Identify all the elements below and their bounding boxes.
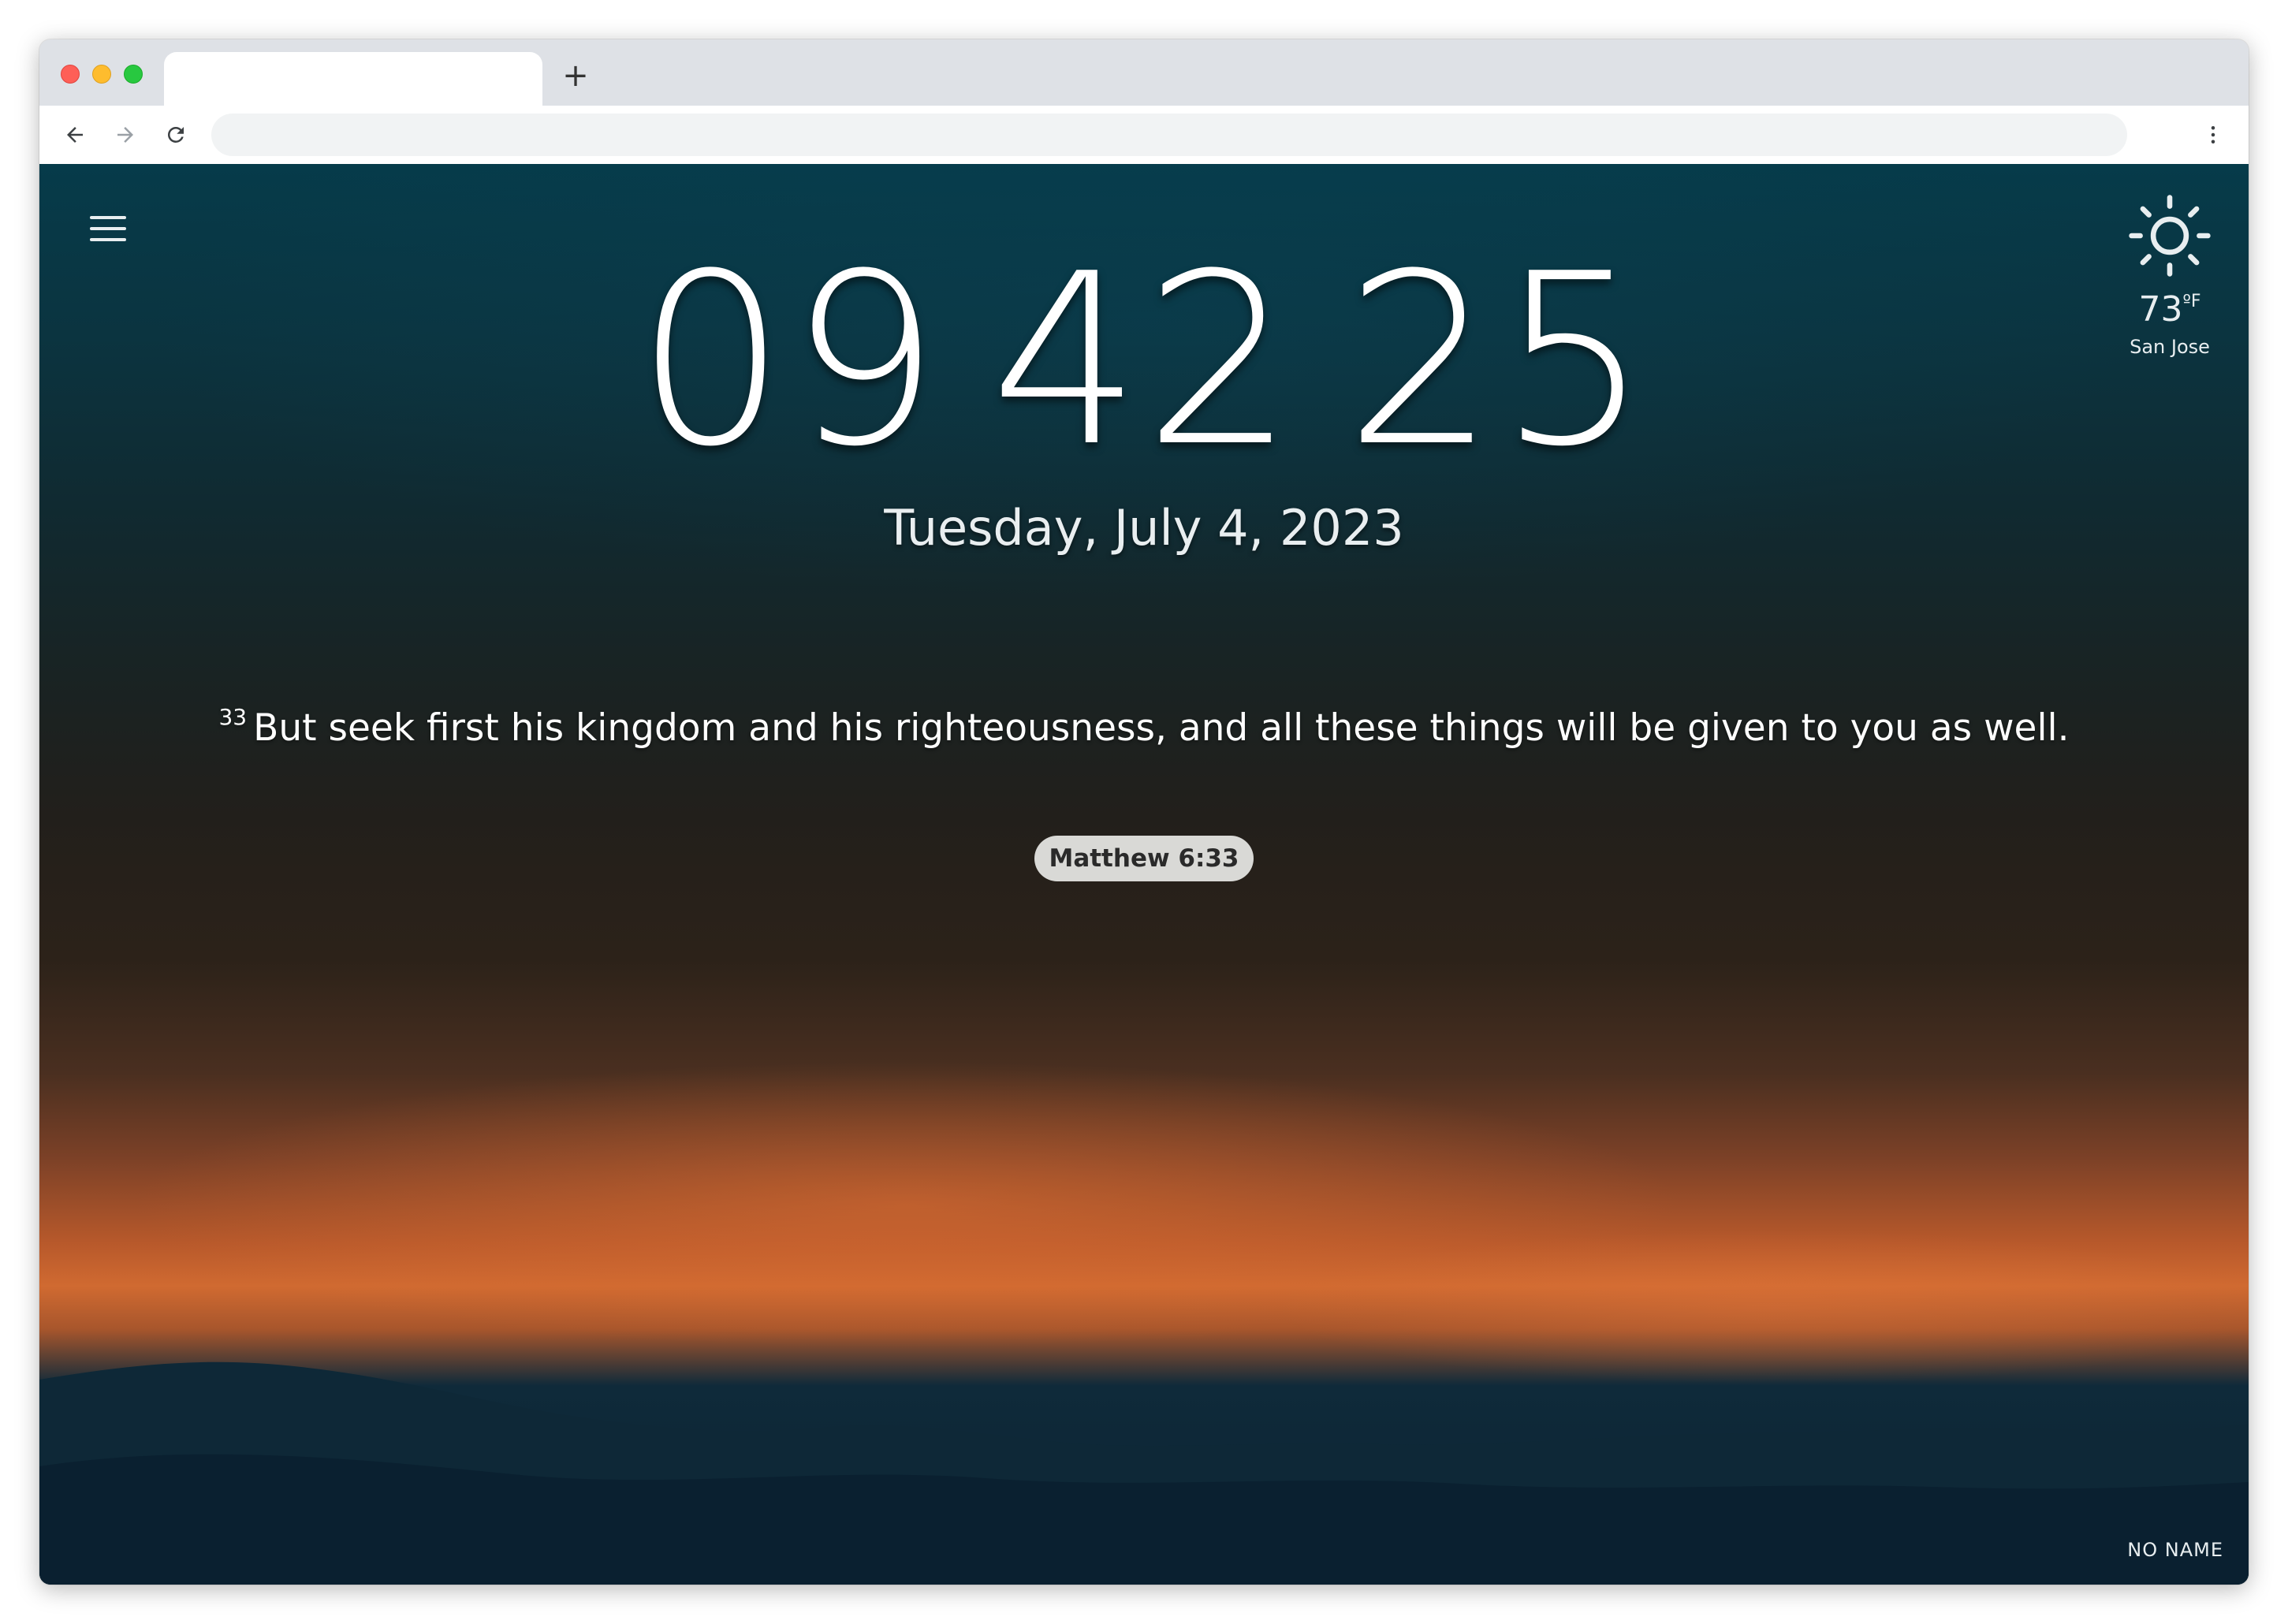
address-input[interactable]: [235, 114, 2107, 158]
verse-number: 33: [218, 704, 248, 730]
browser-menu-button[interactable]: [2195, 117, 2231, 153]
clock-seconds: 25: [1344, 223, 1653, 498]
hamburger-menu-icon[interactable]: [90, 216, 126, 243]
arrow-right-icon: [117, 127, 133, 143]
bible-verse: 33 But seek first his kingdom and his rig…: [39, 704, 2249, 750]
reload-button[interactable]: [158, 117, 194, 153]
sun-icon: [2129, 195, 2211, 277]
temperature-unit: ºF: [2182, 292, 2201, 311]
browser-tab[interactable]: [164, 52, 542, 106]
close-window-button[interactable]: [61, 65, 80, 84]
clock-minutes: 42: [990, 223, 1298, 498]
kebab-menu-icon: [2211, 126, 2215, 143]
photo-credit[interactable]: NO NAME: [2127, 1539, 2223, 1561]
hills-silhouette: [39, 1361, 2249, 1585]
back-button[interactable]: [57, 117, 93, 153]
temperature: 73ºF: [2122, 282, 2217, 330]
verse-text: But seek first his kingdom and his right…: [253, 706, 2070, 750]
new-tab-page: 09 42 25 Tuesday, July 4, 2023 33 But seek …: [39, 164, 2249, 1585]
verse-reference-button[interactable]: Matthew 6:33: [1034, 836, 1254, 881]
clock: 09 42 25: [39, 243, 2249, 479]
tab-strip: +: [39, 39, 2249, 106]
weather-city: San Jose: [2130, 336, 2210, 358]
temperature-value: 73: [2138, 289, 2183, 330]
minimize-window-button[interactable]: [92, 65, 111, 84]
new-tab-button[interactable]: +: [560, 60, 591, 91]
forward-button[interactable]: [107, 117, 143, 153]
maximize-window-button[interactable]: [124, 65, 143, 84]
date-display: Tuesday, July 4, 2023: [884, 499, 1404, 557]
reload-icon: [168, 127, 184, 143]
clock-hours: 09: [635, 223, 944, 498]
browser-toolbar: [39, 106, 2249, 165]
browser-window: + 09 42 25 Tuesday, July 4, 2023 33 But …: [39, 39, 2249, 1585]
weather-widget[interactable]: 73ºF San Jose: [2122, 192, 2217, 358]
address-bar[interactable]: [211, 114, 2127, 158]
arrow-left-icon: [67, 127, 83, 143]
